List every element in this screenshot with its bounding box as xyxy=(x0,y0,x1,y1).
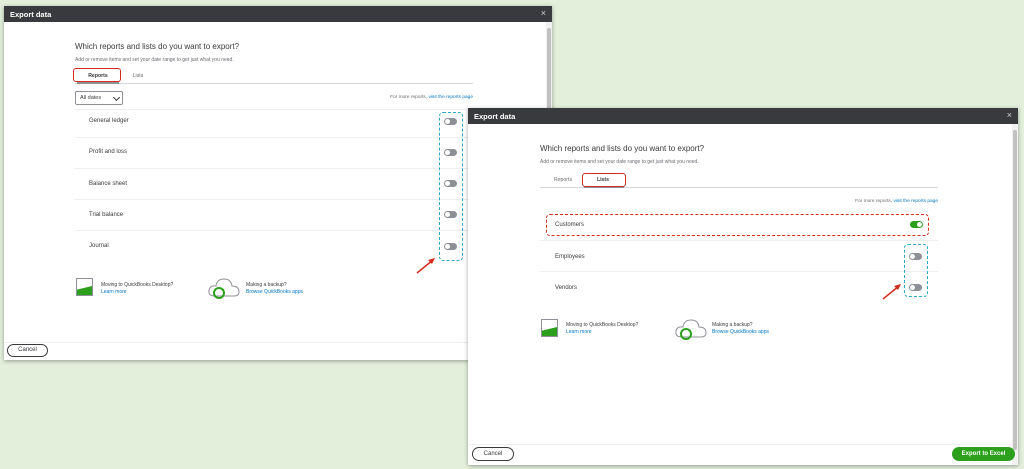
reports-page-link[interactable]: visit the reports page xyxy=(428,95,473,100)
cancel-button[interactable]: Cancel xyxy=(7,344,48,357)
footer-divider xyxy=(468,444,1012,445)
row-divider xyxy=(75,109,473,110)
more-reports-text: For more reports, visit the reports page xyxy=(304,95,473,100)
dialog-header: Export data × xyxy=(4,6,552,22)
cloud-sync-icon xyxy=(675,319,707,340)
desktop-icon-fill xyxy=(542,327,557,336)
scrollbar-thumb[interactable] xyxy=(1013,130,1017,450)
chevron-down-icon xyxy=(112,93,121,102)
tab-divider xyxy=(75,83,473,84)
export-to-excel-button[interactable]: Export to Excel xyxy=(952,447,1015,461)
dialog-heading: Which reports and lists do you want to e… xyxy=(75,42,240,51)
dialog-subtext: Add or remove items and set your date ra… xyxy=(540,159,699,165)
promo-backup-title: Making a backup? xyxy=(712,322,753,328)
promo-desktop-title: Moving to QuickBooks Desktop? xyxy=(566,322,639,328)
dialog-subtext: Add or remove items and set your date ra… xyxy=(75,57,234,63)
list-item-trial-balance: Trial balance xyxy=(89,212,124,218)
row-divider xyxy=(75,199,473,200)
row-divider xyxy=(75,230,473,231)
browse-apps-link[interactable]: Browse QuickBooks apps xyxy=(712,329,769,335)
desktop-icon-fill xyxy=(77,286,92,295)
row-divider xyxy=(540,271,938,272)
dialog-title: Export data xyxy=(474,112,516,121)
more-reports-label: For more reports, xyxy=(855,199,894,204)
more-reports-label: For more reports, xyxy=(390,95,429,100)
dialog-heading: Which reports and lists do you want to e… xyxy=(540,144,705,153)
close-icon[interactable]: × xyxy=(541,8,546,18)
learn-more-link[interactable]: Learn more xyxy=(566,329,592,335)
dialog-title: Export data xyxy=(10,10,52,19)
annotation-highlight-reports-tab xyxy=(73,68,121,82)
annotation-highlight-toggles xyxy=(439,112,463,261)
footer-divider xyxy=(4,342,546,343)
close-icon[interactable]: × xyxy=(1007,110,1012,120)
scrollbar[interactable] xyxy=(1012,124,1018,465)
annotation-highlight-lists-tab xyxy=(582,173,626,187)
row-divider xyxy=(540,240,938,241)
list-item-vendors: Vendors xyxy=(555,285,578,291)
cloud-sync-icon xyxy=(208,278,240,299)
list-item-employees: Employees xyxy=(555,254,585,260)
cancel-button[interactable]: Cancel xyxy=(472,447,514,461)
quickbooks-desktop-icon xyxy=(541,319,558,337)
annotation-highlight-customers xyxy=(546,214,929,236)
date-range-select[interactable]: All dates xyxy=(75,91,123,105)
row-divider xyxy=(75,137,473,138)
browse-apps-link[interactable]: Browse QuickBooks apps xyxy=(246,289,303,295)
annotation-arrow xyxy=(882,284,901,300)
tab-reports[interactable]: Reports xyxy=(544,177,582,183)
dialog-header: Export data × xyxy=(468,108,1018,124)
tab-active-underline xyxy=(77,82,119,84)
reports-page-link[interactable]: visit the reports page xyxy=(893,199,938,204)
export-dialog-lists: Export data × Which reports and lists do… xyxy=(468,108,1018,465)
tab-lists[interactable]: Lists xyxy=(124,73,152,79)
annotation-arrow xyxy=(416,258,435,274)
promo-desktop-title: Moving to QuickBooks Desktop? xyxy=(101,282,174,288)
list-item-journal: Journal xyxy=(89,243,109,249)
learn-more-link[interactable]: Learn more xyxy=(101,289,127,295)
annotation-highlight-toggles xyxy=(904,244,928,297)
quickbooks-desktop-icon xyxy=(76,278,93,296)
more-reports-text: For more reports, visit the reports page xyxy=(768,199,938,204)
promo-backup-title: Making a backup? xyxy=(246,282,287,288)
list-item-general-ledger: General ledger xyxy=(89,118,129,124)
list-item-profit-and-loss: Profit and loss xyxy=(89,149,128,155)
row-divider xyxy=(75,168,473,169)
list-item-balance-sheet: Balance sheet xyxy=(89,181,128,187)
date-range-value: All dates xyxy=(80,95,102,101)
